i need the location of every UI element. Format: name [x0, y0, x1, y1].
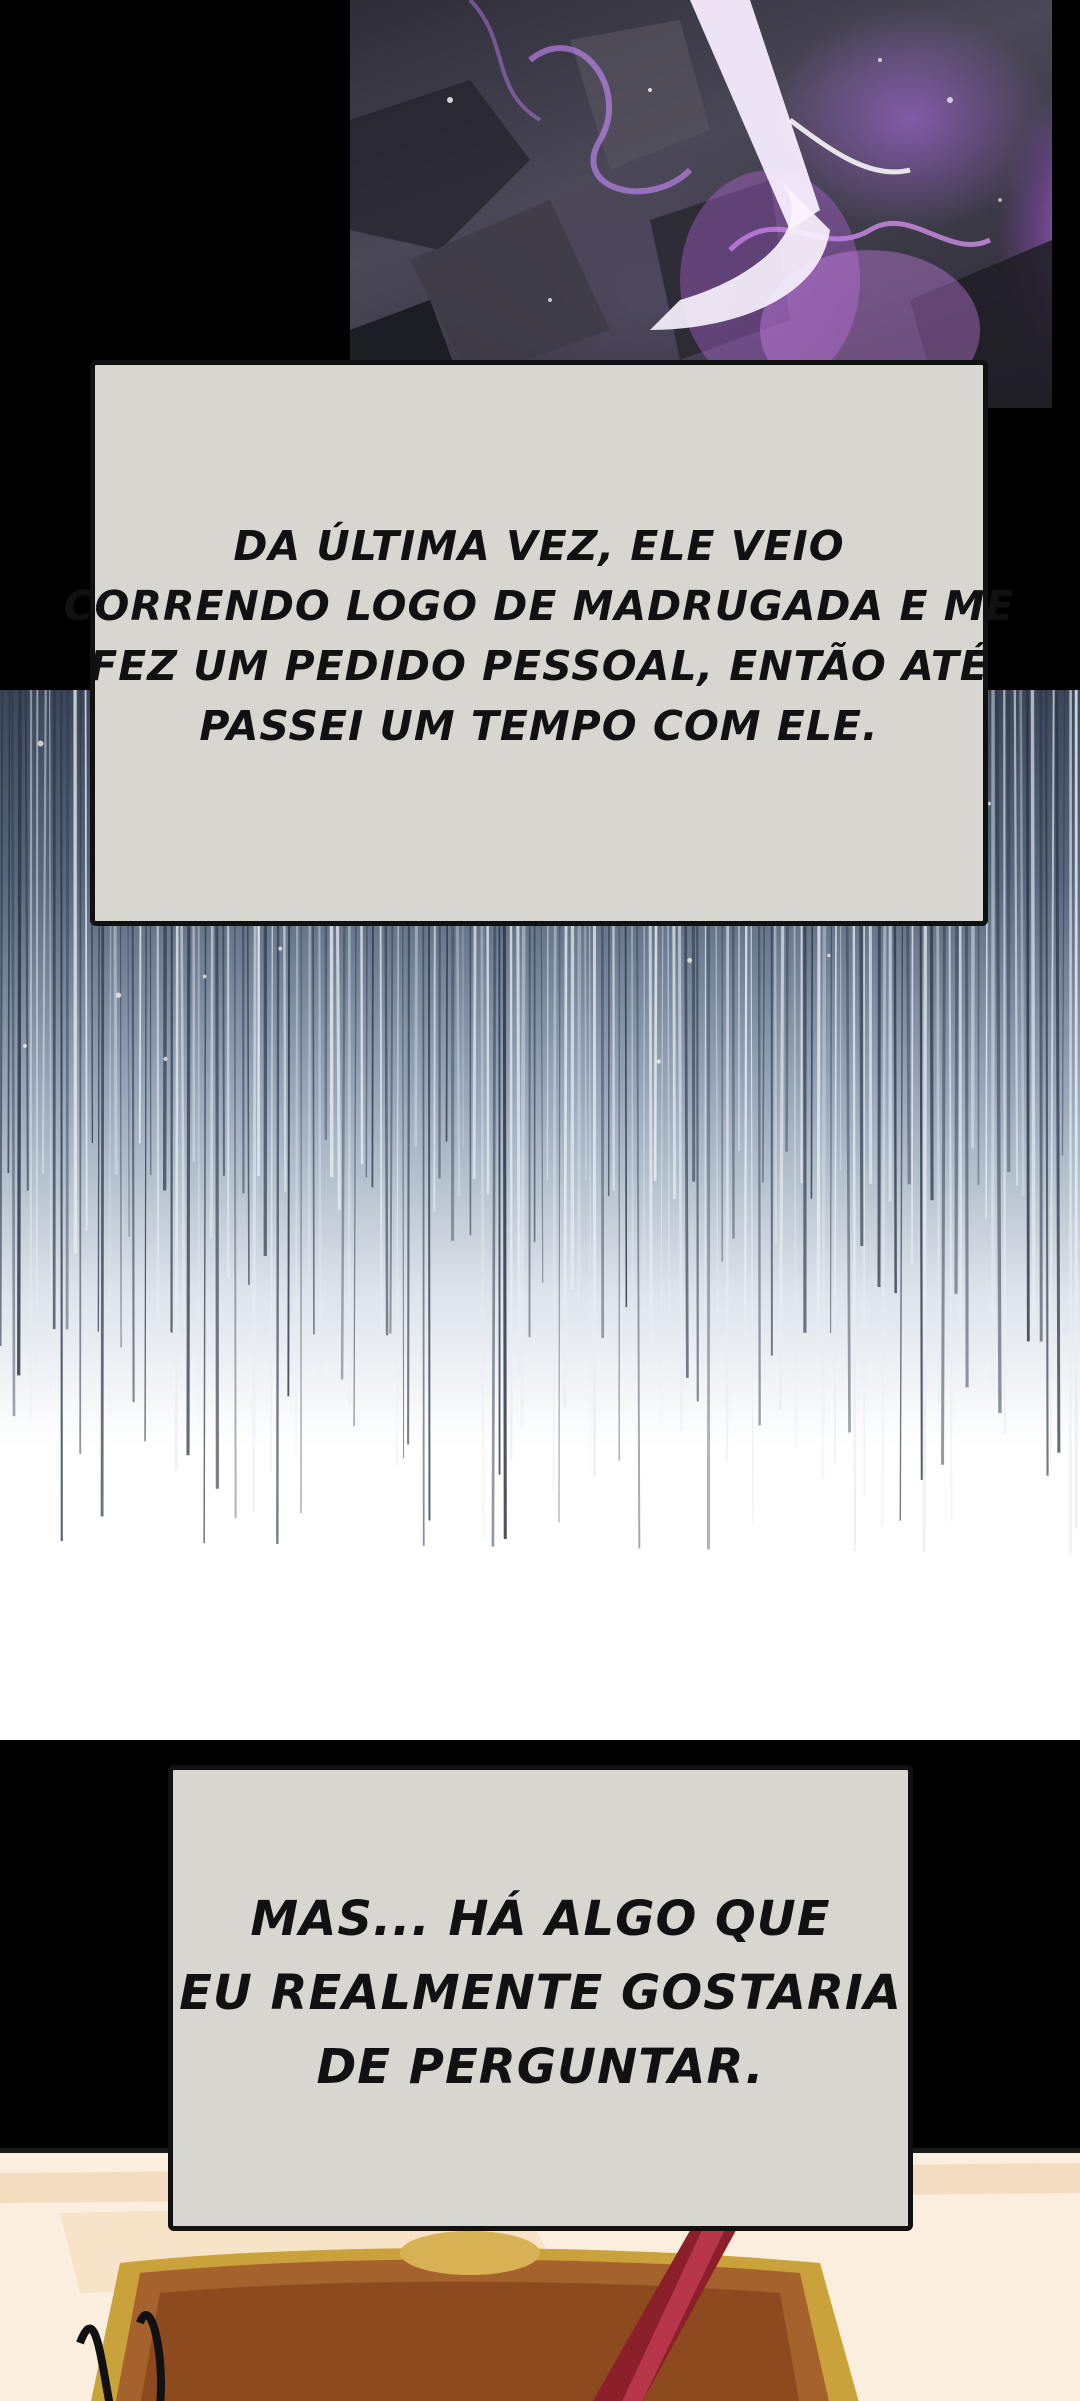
sparkle	[23, 1043, 28, 1048]
speed-line	[65, 690, 70, 1330]
speed-line	[1030, 690, 1036, 1344]
sparkle	[37, 740, 44, 747]
sparkle	[163, 1056, 168, 1062]
narration-box-1: DA ÚLTIMA VEZ, ELE VEIO CORRENDO LOGO DE…	[63, 360, 1014, 926]
speed-line	[1013, 690, 1019, 1186]
speed-line	[24, 690, 29, 1191]
narration-line: FEZ UM PEDIDO PESSOAL, ENTÃO ATÉ	[89, 642, 989, 690]
sparkle	[202, 974, 207, 979]
narration-line: PASSEI UM TEMPO COM ELE.	[199, 702, 879, 750]
speed-line	[7, 690, 11, 1173]
speed-line	[1026, 690, 1030, 1342]
narration-box-2: MAS... HÁ ALGO QUE EU REALMENTE GOSTARIA…	[168, 1765, 913, 2231]
sparkle	[278, 946, 283, 951]
speed-line	[17, 690, 22, 1376]
sparkle	[115, 992, 122, 998]
sparkle	[827, 953, 831, 958]
narration-line: EU REALMENTE GOSTARIA	[179, 1965, 902, 2021]
speed-line	[48, 690, 52, 1394]
speed-line	[1049, 690, 1055, 1467]
speed-line	[10, 690, 16, 1417]
sparkle	[656, 1059, 661, 1064]
comic-page: DA ÚLTIMA VEZ, ELE VEIO CORRENDO LOGO DE…	[0, 0, 1080, 2401]
narration-text-1: DA ÚLTIMA VEZ, ELE VEIO CORRENDO LOGO DE…	[63, 516, 1014, 756]
speed-line	[1003, 690, 1006, 1435]
purple-energy-art	[350, 0, 1052, 408]
speed-line	[1061, 690, 1066, 1156]
narration-text-2: MAS... HÁ ALGO QUE EU REALMENTE GOSTARIA…	[179, 1882, 902, 2104]
speed-line	[0, 690, 4, 1346]
sparkle	[687, 957, 693, 963]
speed-line	[995, 690, 1002, 1413]
speed-line	[1019, 690, 1025, 1196]
speed-line	[84, 690, 88, 1231]
narration-line: MAS... HÁ ALGO QUE	[250, 1891, 831, 1947]
speed-line	[1045, 690, 1049, 1476]
narration-line: DA ÚLTIMA VEZ, ELE VEIO	[233, 522, 845, 570]
speed-line	[41, 690, 47, 1174]
speed-line	[35, 690, 39, 1370]
narration-line: DE PERGUNTAR.	[316, 2039, 765, 2095]
narration-line: CORRENDO LOGO DE MADRUGADA E ME	[63, 582, 1015, 630]
energy-illustration	[350, 0, 1052, 408]
speed-line	[1055, 690, 1061, 1453]
